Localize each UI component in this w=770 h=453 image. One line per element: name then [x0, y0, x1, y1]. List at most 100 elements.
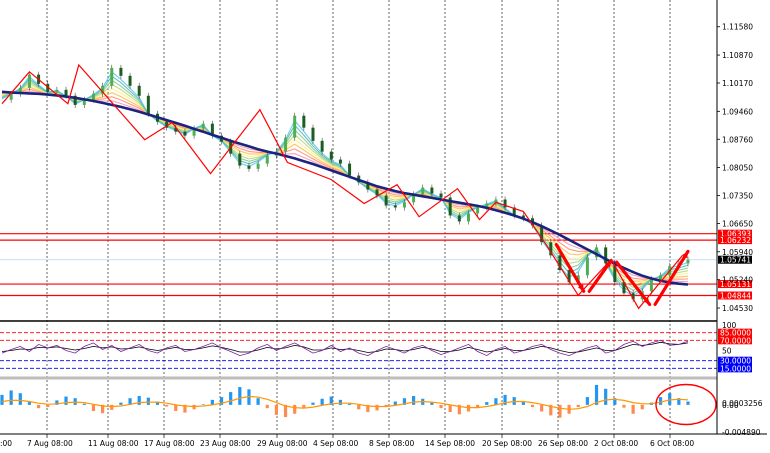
- x-tick-label: 26 Sep 08:00: [538, 439, 588, 448]
- x-tick-label: 8 Sep 08:00: [369, 439, 415, 448]
- macd-histogram-bar: [448, 404, 452, 413]
- macd-histogram-bar: [293, 404, 297, 414]
- macd-histogram-bar: [165, 404, 169, 407]
- y-tick-label: 1.05240: [722, 276, 753, 285]
- x-tick-label: 14 Sep 08:00: [425, 439, 475, 448]
- macd-histogram-bar: [631, 404, 635, 414]
- x-tick-label: 20 Sep 08:00: [482, 439, 532, 448]
- macd-histogram-bar: [521, 402, 525, 405]
- candle-body: [338, 159, 342, 164]
- x-tick-label: 2 Oct 08:00: [594, 439, 638, 448]
- macd-histogram-bar: [256, 398, 260, 405]
- macd-histogram-bar: [27, 402, 32, 405]
- candle-body: [649, 279, 653, 292]
- candle-body: [128, 75, 132, 86]
- macd-histogram-bar: [640, 404, 644, 410]
- candle-body: [256, 163, 260, 169]
- x-tick-label: 11 Aug 08:00: [88, 439, 139, 448]
- candle-body: [55, 89, 59, 92]
- macd-histogram-bar: [686, 401, 690, 405]
- macd-histogram-bar: [320, 398, 324, 405]
- macd-histogram-bar: [393, 401, 397, 405]
- rsi-level-label: 15.0000: [720, 364, 751, 373]
- y-tick-label: 1.06650: [722, 219, 753, 228]
- y-tick-label: 1.11580: [722, 23, 753, 32]
- macd-histogram-bar: [622, 404, 626, 408]
- candle-body: [476, 207, 480, 214]
- rsi-level-label: 70.0000: [720, 336, 751, 345]
- macd-y-tick-label: -0.004890: [722, 428, 761, 437]
- candle-body: [686, 259, 690, 264]
- macd-histogram-bar: [540, 404, 544, 412]
- candle-body: [320, 140, 324, 152]
- macd-histogram-bar: [357, 404, 361, 410]
- x-tick-label: 6 Oct 08:00: [650, 439, 694, 448]
- macd-histogram-bar: [201, 404, 205, 405]
- rsi-y-tick-label: 50: [722, 347, 732, 356]
- macd-histogram-bar: [46, 404, 50, 408]
- macd-histogram-bar: [9, 390, 13, 405]
- macd-histogram-bar: [110, 404, 114, 410]
- candle-body: [439, 193, 443, 198]
- rsi-y-tick-label: 100: [722, 321, 737, 330]
- macd-histogram-bar: [485, 402, 489, 405]
- macd-histogram-bar: [412, 395, 416, 405]
- x-tick-label: 23 Aug 08:00: [200, 439, 251, 448]
- macd-y-tick-label: 0.00: [722, 401, 739, 410]
- y-tick-label: 1.08760: [722, 135, 753, 144]
- y-tick-label: 1.10170: [722, 79, 753, 88]
- x-tick-label: 17 Aug 08:00: [144, 439, 195, 448]
- candle-body: [27, 74, 31, 88]
- x-tick-label: 29 Aug 08:00: [257, 439, 308, 448]
- candle-body: [384, 195, 388, 206]
- price-level-label: 1.06232: [720, 236, 751, 245]
- candle-body: [393, 205, 397, 208]
- candle-body: [348, 163, 352, 176]
- macd-histogram-bar: [0, 394, 4, 405]
- candle-body: [466, 213, 470, 222]
- macd-histogram-bar: [302, 404, 306, 408]
- macd-histogram-bar: [585, 397, 589, 405]
- macd-histogram-bar: [558, 404, 562, 418]
- x-tick-label: 7 Aug 08:00: [27, 439, 73, 448]
- candle-body: [146, 95, 150, 114]
- y-tick-label: 1.08050: [722, 164, 753, 173]
- macd-histogram-bar: [82, 403, 86, 405]
- chart-canvas: :00 7 Aug 08:00 11 Aug 08:00 17 Aug 08:00 23…: [0, 0, 770, 453]
- macd-histogram-bar: [476, 404, 480, 408]
- candle-body: [421, 187, 425, 195]
- macd-histogram-bar: [229, 392, 233, 405]
- candle-body: [375, 189, 379, 196]
- candle-body: [311, 127, 315, 141]
- price-level-label: 1.04844: [720, 292, 751, 301]
- macd-histogram-bar: [274, 404, 278, 415]
- macd-histogram-bar: [91, 404, 96, 411]
- x-tick-label-partial: :00: [0, 439, 12, 448]
- candle-body: [329, 151, 333, 160]
- x-tick-label: 4 Sep 08:00: [313, 439, 359, 448]
- candle-body: [119, 67, 123, 76]
- macd-histogram-bar: [119, 402, 123, 405]
- macd-histogram-bar: [430, 402, 434, 405]
- current-price-label: 1.05741: [720, 256, 751, 265]
- candle-body: [201, 123, 205, 129]
- candle-body: [402, 202, 406, 208]
- macd-histogram-bar: [137, 395, 141, 405]
- candle-body: [585, 257, 589, 276]
- macd-histogram-bar: [530, 404, 535, 408]
- macd-histogram-bar: [375, 404, 379, 411]
- candle-body: [457, 215, 461, 222]
- y-tick-label: 1.04530: [722, 304, 753, 313]
- candle-body: [183, 131, 187, 136]
- candle-body: [659, 275, 663, 280]
- candle-body: [137, 85, 141, 96]
- macd-histogram-bar: [265, 404, 269, 409]
- y-tick-label: 1.10870: [722, 51, 753, 60]
- macd-histogram-bar: [64, 396, 68, 405]
- macd-histogram-bar: [311, 402, 315, 405]
- macd-histogram-bar: [146, 397, 150, 405]
- candle-body: [247, 165, 251, 169]
- macd-histogram-bar: [494, 398, 498, 405]
- macd-histogram-bar: [18, 393, 22, 405]
- macd-histogram-bar: [604, 388, 608, 405]
